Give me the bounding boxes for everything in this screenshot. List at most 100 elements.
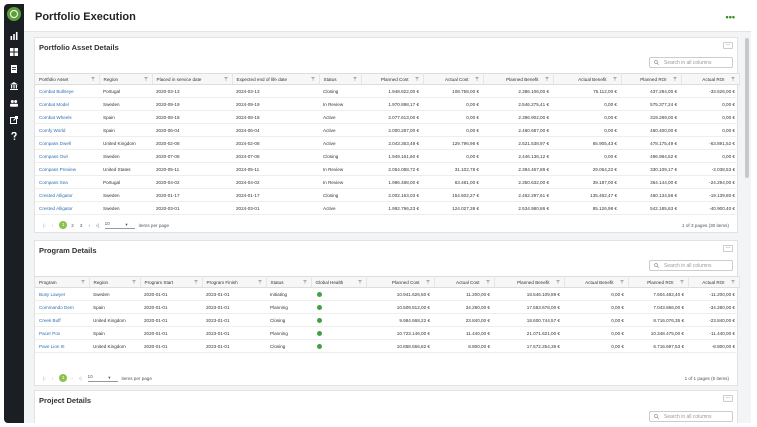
asset-link[interactable]: Compass Sea bbox=[35, 175, 99, 189]
col-region[interactable]: Region bbox=[99, 73, 153, 85]
filter-icon[interactable] bbox=[730, 280, 735, 284]
vertical-scrollbar[interactable] bbox=[745, 38, 749, 178]
col-actual-benefit[interactable]: Actual Benefit bbox=[564, 276, 629, 288]
col-actual-benefit[interactable]: Actual Benefit bbox=[553, 73, 622, 85]
last-page-icon[interactable]: ›| bbox=[96, 223, 99, 228]
asset-link[interactable]: Combat Model bbox=[35, 97, 99, 111]
dashboard-grid-icon[interactable] bbox=[10, 48, 18, 56]
filter-icon[interactable] bbox=[474, 77, 479, 81]
table-row[interactable]: Commando Dern Spain 2020-01-01 2023-01-01 Pl… bbox=[35, 300, 739, 314]
col-global-health[interactable]: Global Health bbox=[311, 276, 367, 288]
col-planned-benefit[interactable]: Planned Benefit bbox=[483, 73, 554, 85]
asset-search[interactable] bbox=[649, 57, 733, 68]
page-button-1[interactable]: 1 bbox=[59, 374, 68, 382]
filter-icon[interactable] bbox=[193, 280, 198, 284]
filter-icon[interactable] bbox=[357, 280, 362, 284]
last-page-icon[interactable]: ›| bbox=[79, 376, 82, 381]
col-actual-roi[interactable]: Actual ROI bbox=[688, 276, 740, 288]
prev-page-icon[interactable]: ‹ bbox=[52, 223, 54, 228]
table-row[interactable]: Crested Alligator Sweden 2020-01-17 2024-01… bbox=[35, 188, 739, 202]
page-size-select[interactable]: 10 ▾ bbox=[87, 374, 118, 382]
col-program[interactable]: Program bbox=[35, 276, 90, 288]
col-expected-end-of-life[interactable]: Expected end of life date bbox=[232, 73, 320, 85]
filter-icon[interactable] bbox=[672, 77, 677, 81]
page-button-1[interactable]: 1 bbox=[59, 221, 68, 229]
table-row[interactable]: Busy Lawyer Sweden 2020-01-01 2023-01-01 Ini… bbox=[35, 287, 739, 301]
program-panel-menu-icon[interactable]: ... bbox=[723, 244, 733, 252]
table-row[interactable]: Compass Sea Portugal 2020-04-02 2024-04-02 I… bbox=[35, 175, 739, 189]
export-icon[interactable] bbox=[10, 116, 18, 124]
asset-link[interactable]: Compass Owl bbox=[35, 149, 99, 163]
program-link[interactable]: Creek Buff bbox=[35, 313, 89, 327]
filter-icon[interactable] bbox=[131, 280, 136, 284]
col-placed-in-service[interactable]: Placed in service date bbox=[152, 73, 233, 85]
document-icon[interactable] bbox=[10, 65, 18, 73]
col-planned-benefit[interactable]: Planned Benefit bbox=[494, 276, 565, 288]
filter-icon[interactable] bbox=[80, 280, 85, 284]
first-page-icon[interactable]: |‹ bbox=[43, 376, 46, 381]
project-panel-menu-icon[interactable]: ... bbox=[723, 394, 733, 402]
table-row[interactable]: Crested Alligator Sweden 2020-03-01 2024-03… bbox=[35, 201, 739, 215]
program-search[interactable] bbox=[649, 260, 733, 271]
program-link[interactable]: Commando Dern bbox=[35, 300, 89, 314]
first-page-icon[interactable]: |‹ bbox=[43, 223, 46, 228]
table-row[interactable]: Creek Buff United Kingdom 2020-01-01 2023-0… bbox=[35, 313, 739, 327]
page-button-2[interactable]: 2 bbox=[71, 223, 74, 228]
col-actual-cost[interactable]: Actual Cost bbox=[434, 276, 495, 288]
col-region[interactable]: Region bbox=[89, 276, 141, 288]
filter-icon[interactable] bbox=[352, 77, 357, 81]
col-status[interactable]: Status bbox=[319, 73, 362, 85]
asset-link[interactable]: Compass Preview bbox=[35, 162, 99, 176]
filter-icon[interactable] bbox=[544, 77, 549, 81]
next-page-icon[interactable]: › bbox=[71, 376, 73, 381]
project-search[interactable] bbox=[649, 411, 733, 422]
filter-icon[interactable] bbox=[730, 77, 735, 81]
filter-icon[interactable] bbox=[425, 280, 430, 284]
table-row[interactable]: Compass Dwell United Kingdom 2020-02-08 202… bbox=[35, 136, 739, 150]
col-program-finish[interactable]: Program Finish bbox=[202, 276, 267, 288]
col-planned-roi[interactable]: Planned ROI bbox=[621, 73, 682, 85]
app-logo[interactable] bbox=[7, 7, 21, 21]
col-actual-cost[interactable]: Actual Cost bbox=[423, 73, 484, 85]
filter-icon[interactable] bbox=[302, 280, 307, 284]
program-link[interactable]: Pave Lion III bbox=[35, 339, 89, 353]
asset-link[interactable]: Comfy World bbox=[35, 123, 99, 137]
table-row[interactable]: Combat Bullseye Portugal 2020-03-13 2024-03… bbox=[35, 84, 739, 98]
asset-panel-menu-icon[interactable]: ... bbox=[723, 41, 733, 49]
col-program-start[interactable]: Program Start bbox=[140, 276, 203, 288]
program-search-input[interactable] bbox=[664, 262, 730, 270]
table-row[interactable]: Pacer Pox Spain 2020-01-01 2023-01-01 Planni… bbox=[35, 326, 739, 340]
filter-icon[interactable] bbox=[485, 280, 490, 284]
prev-page-icon[interactable]: ‹ bbox=[52, 376, 54, 381]
table-row[interactable]: Comfy World Spain 2020-06-04 2024-06-04 Acti… bbox=[35, 123, 739, 137]
col-planned-roi[interactable]: Planned ROI bbox=[628, 276, 689, 288]
project-search-input[interactable] bbox=[664, 413, 730, 421]
filter-icon[interactable] bbox=[414, 77, 419, 81]
filter-icon[interactable] bbox=[257, 280, 262, 284]
asset-link[interactable]: Compass Dwell bbox=[35, 136, 99, 150]
col-status[interactable]: Status bbox=[266, 276, 312, 288]
users-icon[interactable] bbox=[10, 99, 18, 107]
filter-icon[interactable] bbox=[90, 77, 95, 81]
page-button-3[interactable]: 3 bbox=[80, 223, 83, 228]
help-icon[interactable] bbox=[10, 132, 18, 140]
asset-link[interactable]: Crested Alligator bbox=[35, 188, 99, 202]
page-size-select[interactable]: 10 ▾ bbox=[104, 221, 135, 229]
filter-icon[interactable] bbox=[619, 280, 624, 284]
filter-icon[interactable] bbox=[679, 280, 684, 284]
chart-bar-icon[interactable] bbox=[10, 32, 18, 40]
bank-icon[interactable] bbox=[10, 82, 18, 90]
asset-link[interactable]: Combat Wheels bbox=[35, 110, 99, 124]
filter-icon[interactable] bbox=[612, 77, 617, 81]
table-row[interactable]: Compass Preview United States 2020-05-11 20… bbox=[35, 162, 739, 176]
next-page-icon[interactable]: › bbox=[88, 223, 90, 228]
col-actual-roi[interactable]: Actual ROI bbox=[681, 73, 740, 85]
table-row[interactable]: Combat Wheels Spain 2020-08-18 2024-08-18 Ac… bbox=[35, 110, 739, 124]
program-link[interactable]: Pacer Pox bbox=[35, 326, 89, 340]
asset-link[interactable]: Combat Bullseye bbox=[35, 84, 99, 98]
table-row[interactable]: Compass Owl Sweden 2020-07-08 2024-07-08 Clo… bbox=[35, 149, 739, 163]
filter-icon[interactable] bbox=[555, 280, 560, 284]
col-planned-cost[interactable]: Planned Cost bbox=[366, 276, 435, 288]
col-portfolio-asset[interactable]: Portfolio Asset bbox=[35, 73, 100, 85]
table-row[interactable]: Combat Model Sweden 2020-09-19 2024-09-19 In… bbox=[35, 97, 739, 111]
